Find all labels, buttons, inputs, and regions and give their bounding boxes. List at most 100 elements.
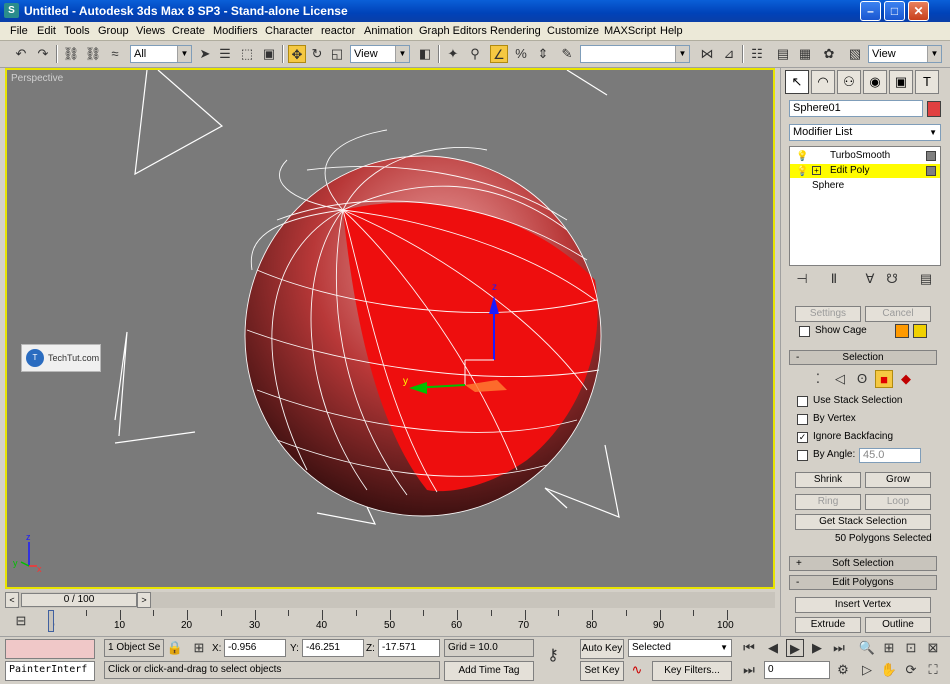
ignore-backfacing-checkbox[interactable]: ✓ — [797, 432, 808, 443]
material-editor-icon[interactable]: ✿ — [820, 45, 838, 63]
undo-icon[interactable]: ↶ — [12, 45, 30, 63]
modify-tab-icon[interactable]: ◠ — [811, 70, 835, 94]
key-mode-toggle-icon[interactable]: ⏭ — [740, 661, 758, 679]
polygon-subobject-icon[interactable]: ■ — [875, 370, 893, 388]
select-and-move-icon[interactable]: ✥ — [288, 45, 306, 63]
close-button[interactable]: ✕ — [908, 1, 929, 21]
border-subobject-icon[interactable]: ʘ — [853, 370, 871, 388]
key-filters-button[interactable]: Key Filters... — [652, 661, 732, 681]
edge-subobject-icon[interactable]: ◁ — [831, 370, 849, 388]
element-subobject-icon[interactable]: ◆ — [897, 370, 915, 388]
outline-button[interactable]: Outline — [865, 617, 931, 633]
hierarchy-tab-icon[interactable]: ⚇ — [837, 70, 861, 94]
zoom-extents-all-icon[interactable]: ⊠ — [924, 639, 942, 657]
time-slider-track[interactable]: < 0 / 100 > — [5, 592, 775, 608]
auto-key-button[interactable]: Auto Key — [580, 639, 624, 659]
by-angle-spinner[interactable]: 45.0 — [859, 448, 921, 463]
manipulate-icon[interactable]: ✦ — [444, 45, 462, 63]
render-type-dropdown[interactable]: View ▼ — [868, 45, 942, 63]
zoom-all-icon[interactable]: ⊞ — [880, 639, 898, 657]
current-frame-marker[interactable] — [48, 610, 54, 632]
modifier-list-dropdown[interactable]: Modifier List ▼ — [789, 124, 941, 141]
grow-button[interactable]: Grow — [865, 472, 931, 488]
mirror-icon[interactable]: ⋈ — [698, 45, 716, 63]
menu-graph-editors[interactable]: Graph Editors — [419, 25, 487, 37]
stack-item-turbosmooth[interactable]: 💡 TurboSmooth — [790, 149, 940, 163]
menu-reactor[interactable]: reactor — [321, 25, 355, 37]
cage-selected-color-swatch[interactable] — [913, 324, 927, 338]
lightbulb-icon[interactable]: 💡 — [796, 150, 808, 164]
goto-end-icon[interactable]: ⏭ — [830, 639, 848, 657]
select-and-rotate-icon[interactable]: ↻ — [308, 45, 326, 63]
select-and-scale-icon[interactable]: ◱ — [328, 45, 346, 63]
show-end-result-icon[interactable]: Ⅱ — [825, 270, 843, 288]
curve-editor-icon[interactable]: ▤ — [774, 45, 792, 63]
menu-customize[interactable]: Customize — [547, 25, 599, 37]
snaps-toggle-icon[interactable]: ⚲ — [466, 45, 484, 63]
menu-maxscript[interactable]: MAXScript — [604, 25, 656, 37]
vertex-subobject-icon[interactable]: ⁚ — [809, 370, 827, 388]
goto-start-icon[interactable]: ⏮ — [740, 639, 758, 657]
lightbulb-icon[interactable]: 💡 — [796, 165, 808, 179]
reference-coordinate-dropdown[interactable]: View ▼ — [350, 45, 410, 63]
insert-vertex-button[interactable]: Insert Vertex — [795, 597, 931, 613]
align-icon[interactable]: ⊿ — [720, 45, 738, 63]
select-object-icon[interactable]: ➤ — [196, 45, 214, 63]
spinner-snap-icon[interactable]: ⇕ — [534, 45, 552, 63]
edit-named-selection-icon[interactable]: ✎ — [558, 45, 576, 63]
menu-edit[interactable]: Edit — [37, 25, 56, 37]
menu-views[interactable]: Views — [136, 25, 165, 37]
object-name-field[interactable]: Sphere01 — [789, 100, 923, 117]
track-bar[interactable]: ⊟ 0 10 20 30 40 50 60 70 80 90 100 — [0, 608, 780, 636]
maxscript-listener-pink[interactable] — [5, 639, 95, 659]
menu-group[interactable]: Group — [98, 25, 129, 37]
settings-button[interactable]: Settings — [795, 306, 861, 322]
motion-tab-icon[interactable]: ◉ — [863, 70, 887, 94]
menu-character[interactable]: Character — [265, 25, 313, 37]
layer-manager-icon[interactable]: ☷ — [748, 45, 766, 63]
display-tab-icon[interactable]: ▣ — [889, 70, 913, 94]
time-slider-thumb[interactable]: 0 / 100 — [21, 593, 137, 607]
window-crossing-icon[interactable]: ▣ — [260, 45, 278, 63]
utilities-tab-icon[interactable]: T — [915, 70, 939, 94]
ring-button[interactable]: Ring — [795, 494, 861, 510]
stack-item-toggle[interactable] — [926, 166, 936, 176]
selection-filter-dropdown[interactable]: All ▼ — [130, 45, 192, 63]
maximize-button[interactable]: □ — [884, 1, 905, 21]
arc-rotate-icon[interactable]: ⟳ — [902, 661, 920, 679]
time-slider-prev-icon[interactable]: < — [5, 592, 19, 608]
expand-icon[interactable]: + — [812, 166, 821, 175]
pivot-center-icon[interactable]: ◧ — [416, 45, 434, 63]
bind-space-warp-icon[interactable]: ≈ — [106, 45, 124, 63]
x-coord-field[interactable]: -0.956 — [224, 639, 286, 657]
configure-modifier-sets-icon[interactable]: ▤ — [917, 270, 935, 288]
maximize-viewport-icon[interactable]: ⛶ — [924, 661, 942, 679]
redo-icon[interactable]: ↷ — [34, 45, 52, 63]
y-coord-field[interactable]: -46.251 — [302, 639, 364, 657]
render-scene-icon[interactable]: ▧ — [846, 45, 864, 63]
menu-help[interactable]: Help — [660, 25, 683, 37]
menu-file[interactable]: File — [10, 25, 28, 37]
menu-rendering[interactable]: Rendering — [490, 25, 541, 37]
key-mode-dropdown[interactable]: Selected ▼ — [628, 639, 732, 657]
absolute-mode-icon[interactable]: ⊞ — [190, 639, 208, 657]
zoom-icon[interactable]: 🔍 — [858, 639, 876, 657]
zoom-extents-icon[interactable]: ⊡ — [902, 639, 920, 657]
stack-item-sphere[interactable]: Sphere — [790, 179, 940, 193]
named-selection-sets-dropdown[interactable]: ▼ — [580, 45, 690, 63]
pin-stack-icon[interactable]: ⊣ — [793, 270, 811, 288]
use-stack-selection-checkbox[interactable] — [797, 396, 808, 407]
unlink-icon[interactable]: ⛓ — [84, 45, 102, 63]
prev-frame-icon[interactable]: ◀ — [764, 639, 782, 657]
menu-animation[interactable]: Animation — [364, 25, 413, 37]
schematic-view-icon[interactable]: ▦ — [796, 45, 814, 63]
mini-curve-editor-icon[interactable]: ⊟ — [12, 612, 30, 630]
edit-polygons-rollout-header[interactable]: - Edit Polygons — [789, 575, 937, 590]
set-key-button[interactable]: Set Key — [580, 661, 624, 681]
select-and-link-icon[interactable]: ⛓ — [62, 45, 80, 63]
add-time-tag-button[interactable]: Add Time Tag — [444, 661, 534, 681]
remove-modifier-icon[interactable]: ☋ — [883, 270, 901, 288]
perspective-viewport[interactable]: Perspective z y z x y T TechTut.com — [5, 68, 775, 589]
field-of-view-icon[interactable]: ▷ — [858, 661, 876, 679]
rectangular-selection-icon[interactable]: ⬚ — [238, 45, 256, 63]
